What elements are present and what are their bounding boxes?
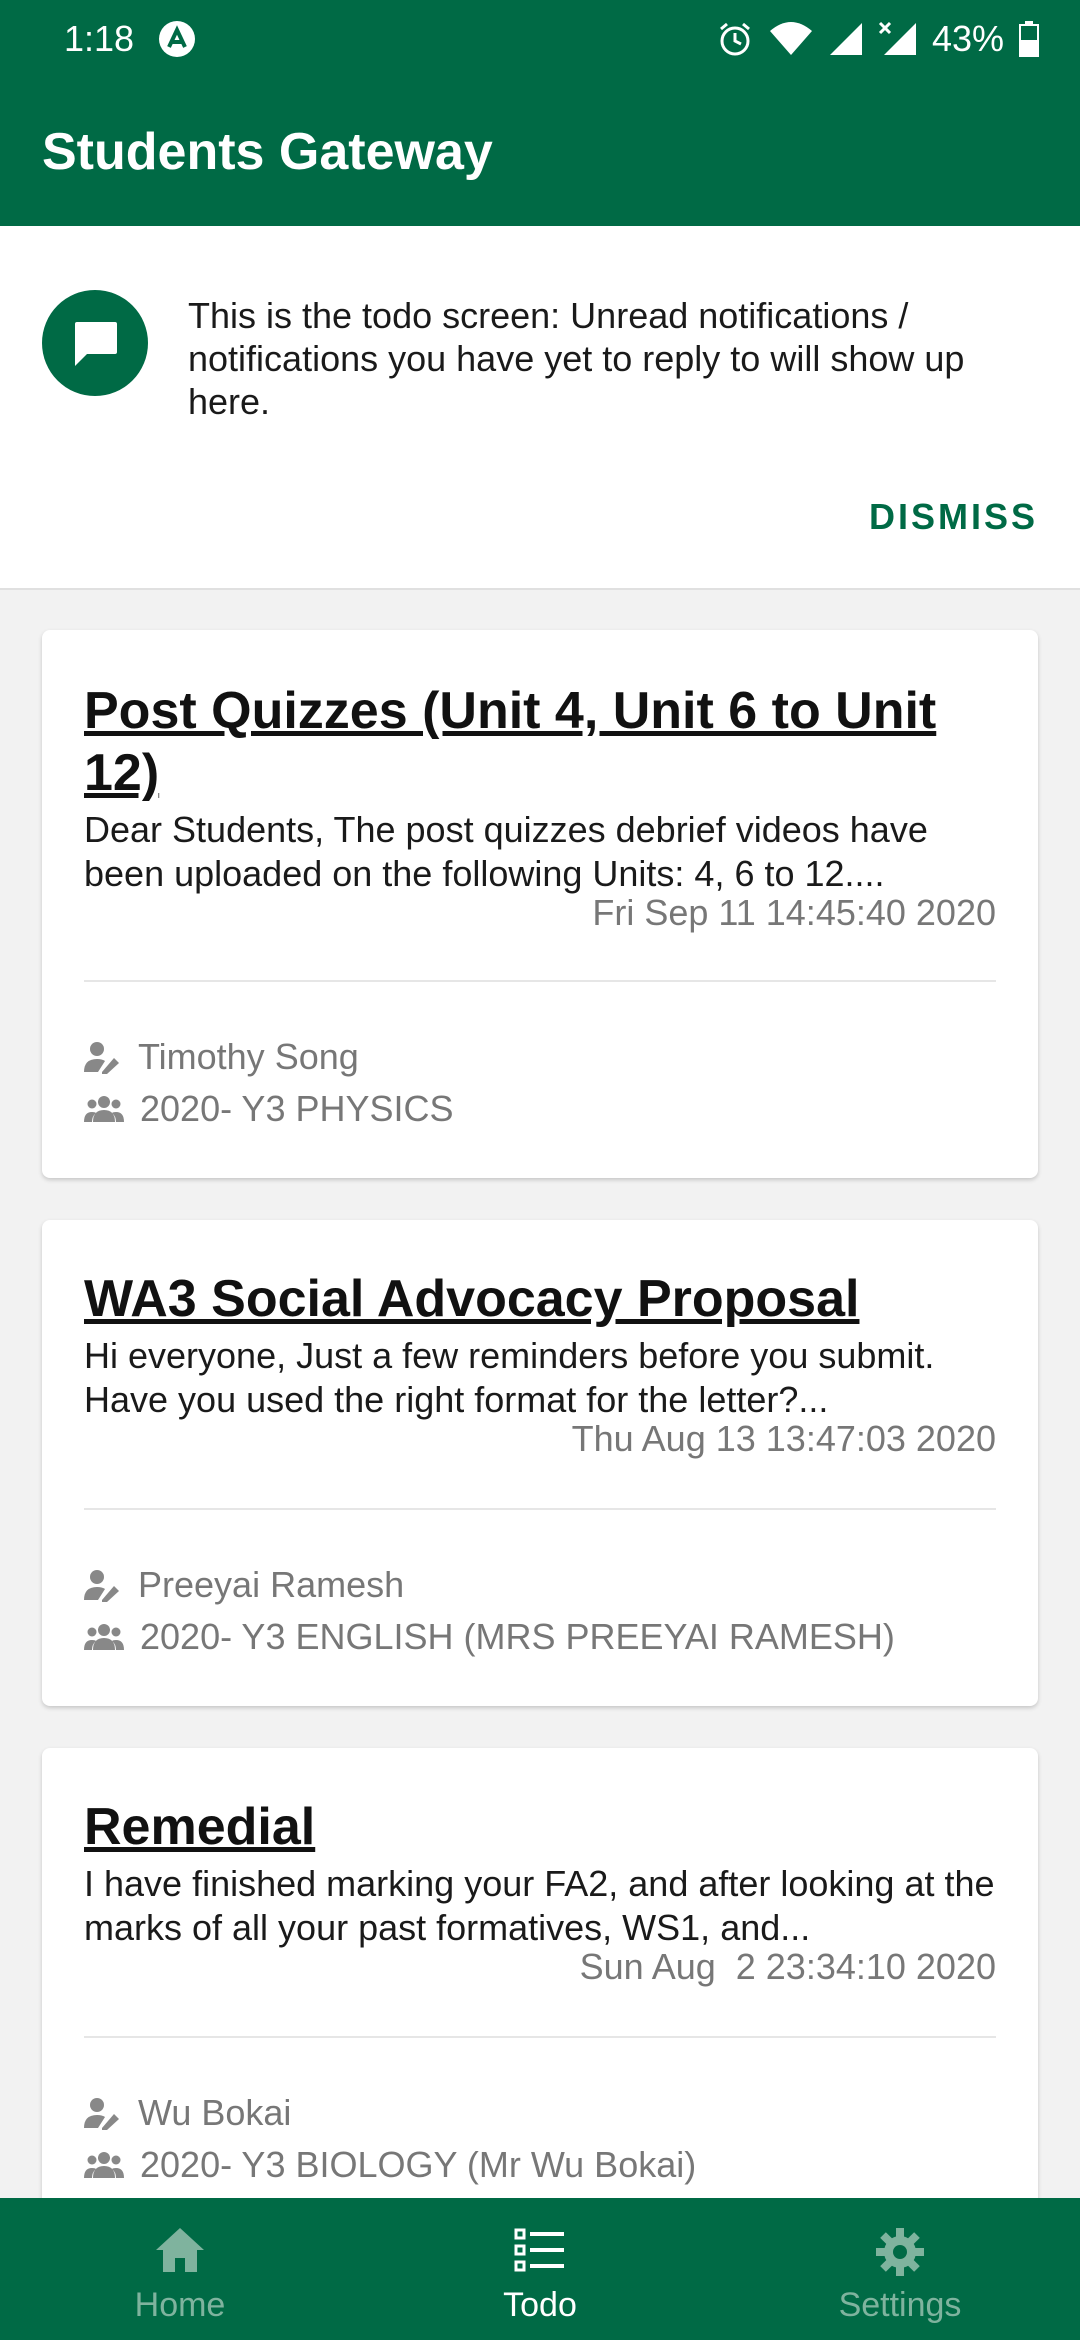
banner-avatar [42,290,148,396]
nav-todo[interactable]: Todo [360,2198,720,2340]
author-name: Timothy Song [138,1036,359,1077]
battery-icon [1019,21,1039,57]
nav-todo-label: Todo [503,2286,577,2324]
banner-message: This is the todo screen: Unread notifica… [188,295,965,422]
nav-home-label: Home [134,2286,226,2324]
nav-settings[interactable]: Settings [720,2198,1080,2340]
chat-bubble-icon [75,322,117,366]
gear-icon [876,2228,924,2276]
todo-snippet: Dear Students, The post quizzes debrief … [84,809,928,894]
todo-author: Wu Bokai [84,2092,291,2134]
alarm-icon [719,22,750,56]
group-name: 2020- Y3 ENGLISH (MRS PREEYAI RAMESH) [140,1616,895,1657]
todo-group: 2020- Y3 PHYSICS [84,1088,454,1130]
wifi-icon [769,22,812,55]
status-time: 1:18 [64,18,135,59]
author-name: Preeyai Ramesh [138,1564,405,1605]
todo-title[interactable]: WA3 Social Advocacy Proposal [84,1268,996,1330]
todo-snippet: Hi everyone, Just a few reminders before… [84,1335,935,1420]
todo-author: Preeyai Ramesh [84,1564,404,1606]
todo-group: 2020- Y3 BIOLOGY (Mr Wu Bokai) [84,2144,696,2186]
todo-title[interactable]: Remedial [84,1796,996,1858]
status-icons: 43% [716,18,1040,60]
person-edit-icon [84,1042,119,1074]
todo-date: Sun Aug 2 23:34:10 2020 [579,1946,996,1987]
app-title: Students Gateway [42,123,493,181]
todo-card[interactable]: Post Quizzes (Unit 4, Unit 6 to Unit 12)… [42,630,1038,1178]
card-divider [84,1508,996,1510]
todo-group: 2020- Y3 ENGLISH (MRS PREEYAI RAMESH) [84,1616,895,1658]
group-name: 2020- Y3 PHYSICS [140,1088,454,1129]
signal-icon [829,23,862,55]
todo-snippet: I have finished marking your FA2, and af… [84,1863,995,1948]
nav-home[interactable]: Home [0,2198,360,2340]
todo-list[interactable]: Post Quizzes (Unit 4, Unit 6 to Unit 12)… [0,590,1080,2198]
group-icon [84,1096,124,1122]
app-notification-icon [159,21,195,57]
todo-title[interactable]: Post Quizzes (Unit 4, Unit 6 to Unit 12) [84,680,996,804]
dismiss-button[interactable]: DISMISS [869,496,1038,538]
todo-date: Thu Aug 13 13:47:03 2020 [571,1418,996,1459]
card-divider [84,980,996,982]
home-icon [156,2228,204,2272]
group-icon [84,1624,124,1650]
card-divider [84,2036,996,2038]
todo-card[interactable]: Remedial I have finished marking your FA… [42,1748,1038,2198]
todo-card[interactable]: WA3 Social Advocacy Proposal Hi everyone… [42,1220,1038,1706]
todo-info-banner: This is the todo screen: Unread notifica… [0,226,1080,590]
nav-settings-label: Settings [838,2286,962,2324]
todo-author: Timothy Song [84,1036,359,1078]
battery-percent: 43% [931,18,1004,59]
group-name: 2020- Y3 BIOLOGY (Mr Wu Bokai) [140,2144,697,2185]
app-bar: Students Gateway [0,80,1080,226]
signal-no-data-icon [878,21,916,55]
author-name: Wu Bokai [138,2092,292,2133]
list-icon [514,2228,564,2272]
person-edit-icon [84,1570,119,1602]
person-edit-icon [84,2098,119,2130]
todo-date: Fri Sep 11 14:45:40 2020 [592,892,996,933]
bottom-navigation: Home Todo Settings [0,2198,1080,2340]
status-bar: 1:18 43% [0,0,1080,80]
group-icon [84,2152,124,2178]
